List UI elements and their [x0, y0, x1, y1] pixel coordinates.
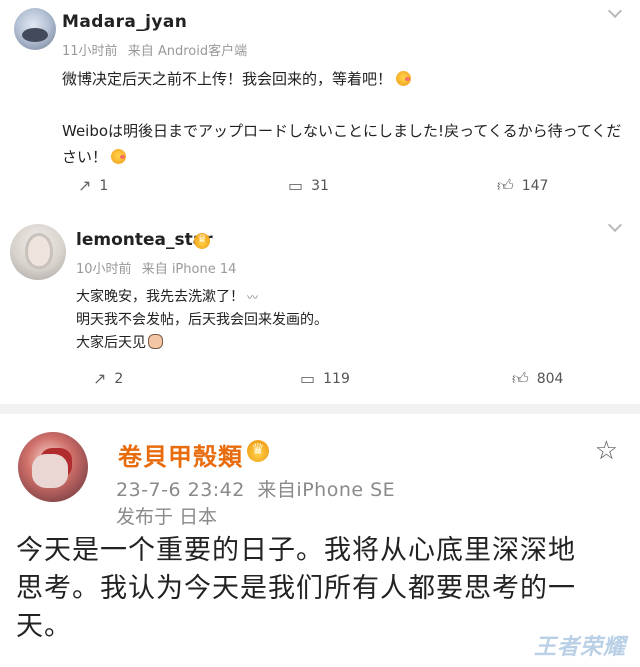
- chevron-down-icon[interactable]: [608, 4, 622, 18]
- share-button[interactable]: ↗ 2: [93, 369, 123, 388]
- chevron-down-icon[interactable]: [608, 218, 622, 232]
- like-button[interactable]: 👍︎ 147: [497, 176, 548, 196]
- like-count: 804: [536, 371, 564, 387]
- like-icon: 👍︎: [512, 369, 529, 388]
- like-count: 147: [521, 178, 549, 194]
- crown-badge-icon: [247, 440, 269, 462]
- post-meta: 10小时前 来自 iPhone 14: [76, 258, 236, 277]
- comment-icon: ▭: [300, 369, 316, 388]
- post-text-line: 明天我不会发帖，后天我会回来发画的。: [76, 312, 328, 328]
- post-text-line: 微博决定后天之前不上传！我会回来的，等着吧！: [62, 68, 412, 89]
- comment-icon: ▭: [288, 176, 304, 195]
- share-icon: ↗: [93, 369, 107, 388]
- post-text-line: 大家晚安，我先去洗漱了！〰: [76, 286, 328, 309]
- username[interactable]: Madara_jyan: [62, 12, 187, 32]
- comment-button[interactable]: ▭ 119: [300, 369, 350, 388]
- avatar[interactable]: [10, 224, 66, 280]
- wave-icon: 〰: [247, 291, 258, 304]
- like-icon: 👍︎: [497, 176, 514, 195]
- post-time: 23-7-6 23:42: [116, 479, 245, 501]
- share-count: 1: [99, 177, 109, 194]
- post-meta: 23-7-6 23:42 来自iPhone SE: [116, 475, 395, 502]
- comment-button[interactable]: ▭ 31: [288, 176, 329, 195]
- username[interactable]: lemontea_star: [76, 230, 213, 250]
- post-text-line: 今天是一个重要的日子。我将从心底里深深地: [16, 535, 576, 566]
- watermark: 王者荣耀: [533, 635, 626, 660]
- post-time: 10小时前: [76, 262, 132, 277]
- post-text: 今天是一个重要的日子。我将从心底里深深地 思考。我认为今天是我们所有人都要思考的…: [16, 532, 616, 646]
- share-icon: ↗: [78, 176, 92, 195]
- like-button[interactable]: 👍︎ 804: [512, 369, 563, 389]
- post-meta: 11小时前 来自 Android客户端: [62, 40, 247, 59]
- avatar[interactable]: [18, 432, 88, 502]
- share-button[interactable]: ↗ 1: [78, 176, 108, 195]
- post-source: 来自 iPhone 14: [141, 262, 237, 277]
- post-text-line: 思考。我认为今天是我们所有人都要思考的一: [16, 573, 576, 604]
- post-text-line: Weiboは明後日までアップロードしないことにしました!戻ってくるから待ってくだ…: [62, 122, 622, 166]
- share-count: 2: [114, 370, 124, 387]
- emoji-icon: [396, 71, 412, 86]
- crown-badge-icon: [194, 232, 210, 249]
- comment-count: 119: [323, 370, 350, 387]
- avatar[interactable]: [14, 8, 56, 50]
- post-text-line: 天。: [16, 611, 72, 642]
- post-time: 11小时前: [62, 44, 118, 59]
- post-source: 来自 Android客户端: [127, 44, 248, 59]
- hand-wave-emoji-icon: [148, 334, 163, 349]
- post-location: 发布于 日本: [116, 506, 218, 528]
- username[interactable]: 卷貝甲殼類: [118, 437, 243, 472]
- post-text-line: 大家后天见: [76, 332, 328, 355]
- post-text: 大家晚安，我先去洗漱了！〰 明天我不会发帖，后天我会回来发画的。 大家后天见: [76, 286, 328, 355]
- post-divider: [0, 404, 640, 414]
- comment-count: 31: [311, 177, 329, 194]
- weibo-post: Madara_jyan 11小时前 来自 Android客户端 微博决定后天之前…: [0, 0, 640, 206]
- emoji-icon: [111, 149, 127, 164]
- star-icon[interactable]: ☆: [595, 436, 618, 466]
- post-source: 来自iPhone SE: [257, 479, 396, 501]
